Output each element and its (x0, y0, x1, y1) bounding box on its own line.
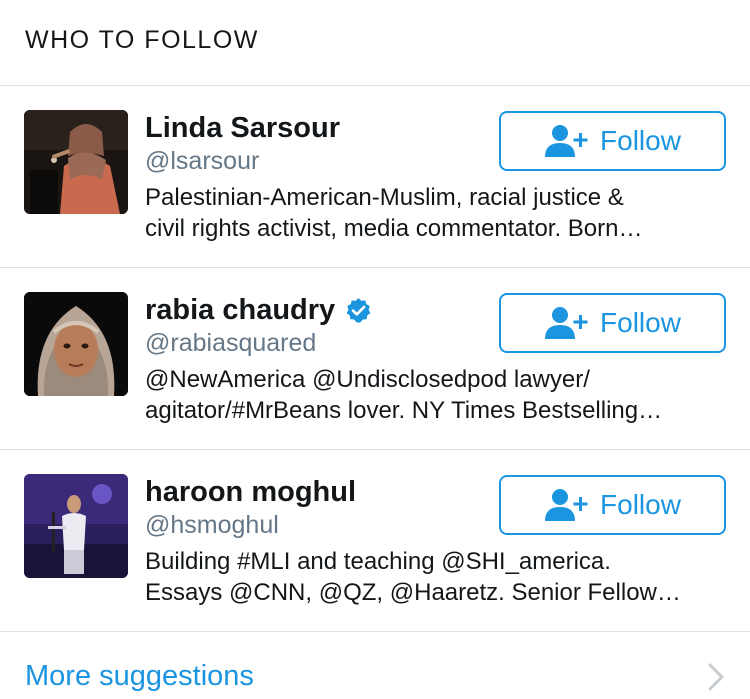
follow-label: Follow (600, 125, 681, 156)
suggestion-row[interactable]: haroon moghul @hsmoghul Building #MLI an… (0, 450, 750, 632)
chevron-right-icon (707, 662, 725, 692)
bio-line: Palestinian-American-Muslim, racial just… (145, 184, 624, 211)
display-name[interactable]: Linda Sarsour (145, 110, 340, 146)
add-user-icon (544, 488, 590, 522)
add-user-icon (544, 306, 590, 340)
section-title: WHO TO FOLLOW (25, 26, 259, 54)
more-suggestions-link[interactable]: More suggestions (0, 632, 750, 699)
bio-line: Building #MLI and teaching @SHI_america. (145, 548, 611, 575)
follow-button[interactable]: Follow (499, 293, 726, 353)
follow-label: Follow (600, 489, 681, 520)
who-to-follow-header: WHO TO FOLLOW (0, 0, 750, 86)
follow-button[interactable]: Follow (499, 475, 726, 535)
add-user-icon (544, 124, 590, 158)
bio-line: Essays @CNN, @QZ, @Haaretz. Senior Fello… (145, 579, 681, 606)
bio-line: agitator/#MrBeans lover. NY Times Bestse… (145, 397, 663, 424)
user-bio: Palestinian-American-Muslim, racial just… (145, 182, 730, 244)
name-line: rabia chaudry (145, 292, 372, 328)
follow-label: Follow (600, 307, 681, 338)
user-bio: @NewAmerica @Undisclosedpod lawyer/ agit… (145, 364, 730, 426)
user-handle: @rabiasquared (145, 329, 317, 357)
name-line: Linda Sarsour (145, 110, 340, 146)
suggestion-row[interactable]: rabia chaudry @rabiasquared @NewAmerica … (0, 268, 750, 450)
avatar[interactable] (24, 110, 128, 214)
follow-button[interactable]: Follow (499, 111, 726, 171)
display-name[interactable]: rabia chaudry (145, 292, 335, 328)
user-bio: Building #MLI and teaching @SHI_america.… (145, 546, 730, 608)
name-line: haroon moghul (145, 474, 356, 510)
user-handle: @hsmoghul (145, 511, 279, 539)
avatar[interactable] (24, 474, 128, 578)
user-handle: @lsarsour (145, 147, 260, 175)
more-suggestions-label: More suggestions (25, 660, 254, 692)
suggestion-row[interactable]: Linda Sarsour @lsarsour Palestinian-Amer… (0, 86, 750, 268)
verified-badge-icon (345, 297, 372, 324)
bio-line: @NewAmerica @Undisclosedpod lawyer/ (145, 366, 590, 393)
bio-line: civil rights activist, media commentator… (145, 215, 643, 242)
display-name[interactable]: haroon moghul (145, 474, 356, 510)
avatar[interactable] (24, 292, 128, 396)
